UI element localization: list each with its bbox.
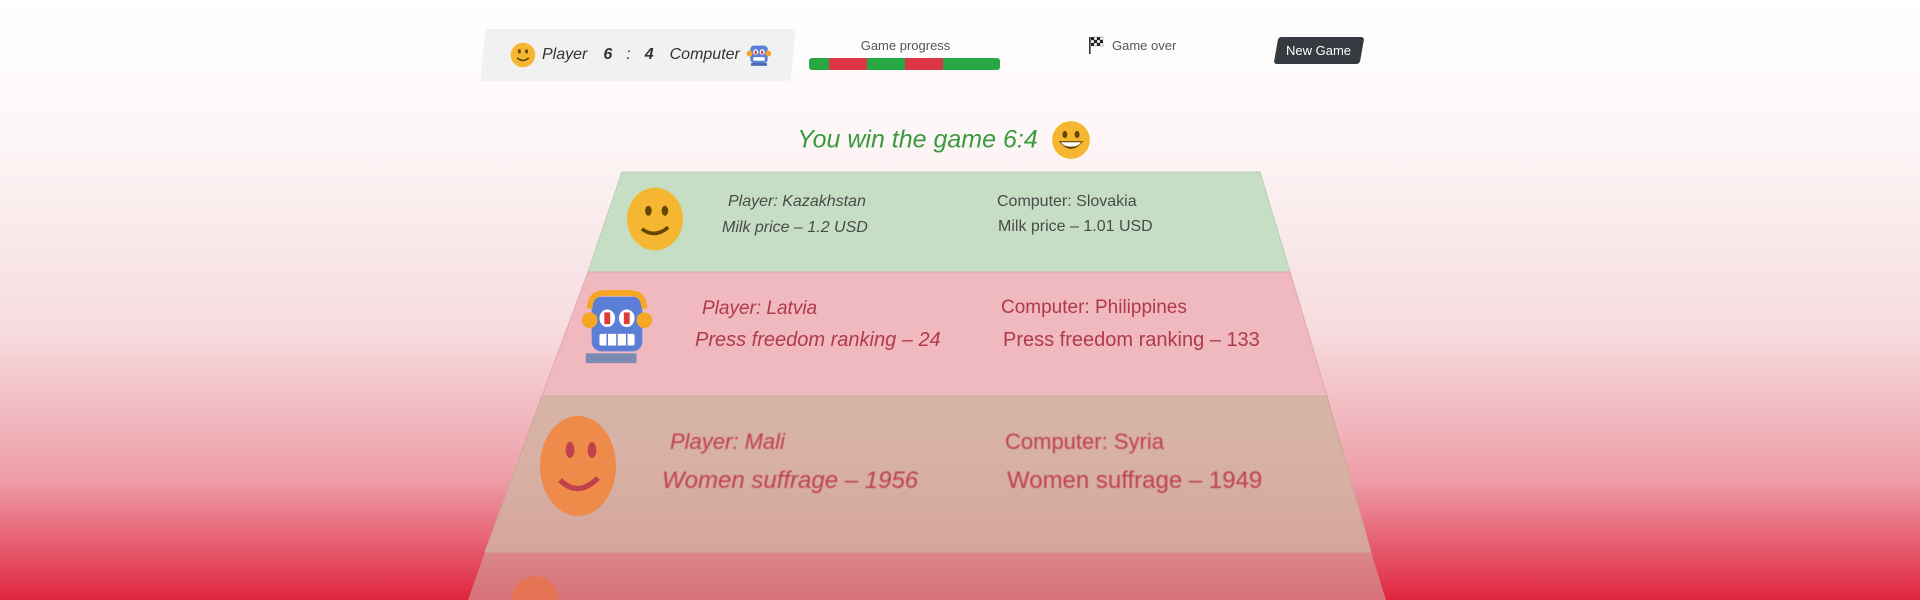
computer-value: Milk price – 1.01 USD — [998, 218, 1153, 235]
player-country: Player: Mali — [670, 429, 785, 454]
computer-country: Computer: Slovakia — [997, 193, 1137, 210]
computer-country: Computer: Syria — [1005, 429, 1164, 454]
round-row-1-background — [587, 171, 1291, 273]
round-row-4-background — [468, 552, 1386, 600]
player-country: Player: Kazakhstan — [728, 193, 866, 210]
robot-icon — [581, 289, 653, 364]
computer-country: Computer: Philippines — [1001, 297, 1187, 318]
smiley-icon — [540, 416, 616, 516]
player-value: Press freedom ranking – 24 — [695, 329, 941, 351]
smiley-icon — [511, 576, 559, 600]
player-value: Women suffrage – 1956 — [662, 467, 919, 494]
computer-value: Women suffrage – 1949 — [1007, 467, 1263, 494]
computer-value: Press freedom ranking – 133 — [1003, 329, 1260, 351]
smiley-icon — [626, 187, 684, 251]
round-rows — [468, 171, 1386, 600]
player-country: Player: Latvia — [702, 298, 818, 319]
player-value: Milk price – 1.2 USD — [722, 219, 868, 236]
